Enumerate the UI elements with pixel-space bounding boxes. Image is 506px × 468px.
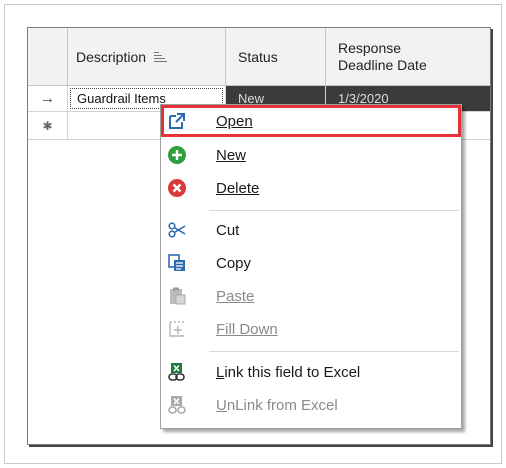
scissors-icon xyxy=(167,220,187,240)
fill-down-icon xyxy=(167,319,187,339)
current-row-arrow-icon: → xyxy=(28,86,68,111)
plus-circle-icon xyxy=(167,145,187,165)
excel-link-icon xyxy=(167,362,187,382)
menu-item-label: Cut xyxy=(216,221,240,239)
copy-icon xyxy=(167,253,187,273)
menu-item-copy[interactable]: Copy xyxy=(161,247,461,279)
delete-x-circle-icon xyxy=(167,178,187,198)
grid-header: Description Status Response Deadline Dat… xyxy=(28,28,490,86)
menu-separator xyxy=(209,351,459,352)
column-header-response-deadline[interactable]: Response Deadline Date xyxy=(326,28,490,86)
screenshot-frame: Description Status Response Deadline Dat… xyxy=(4,4,502,464)
column-header-label: Status xyxy=(238,49,278,65)
menu-item-label: New xyxy=(216,146,247,164)
menu-item-label: Fill Down xyxy=(216,320,278,338)
menu-item-label: Link this field to Excel xyxy=(216,363,361,381)
menu-item-cut[interactable]: Cut xyxy=(161,214,461,246)
menu-item-link-excel[interactable]: Link this field to Excel xyxy=(161,356,461,388)
new-row-star-icon: ✱ xyxy=(28,112,68,139)
column-header-status[interactable]: Status xyxy=(226,28,326,86)
menu-item-label: UnLink from Excel xyxy=(216,396,338,414)
sort-icon[interactable] xyxy=(154,51,168,63)
menu-item-delete[interactable]: Delete xyxy=(161,172,461,204)
menu-separator xyxy=(209,210,459,211)
menu-item-fill-down[interactable]: Fill Down xyxy=(161,313,461,345)
menu-item-new[interactable]: New xyxy=(161,139,461,171)
column-header-label: Description xyxy=(76,49,147,65)
open-external-icon xyxy=(167,111,187,131)
context-menu: Open New Delete Cut Copy Paste Fill Down… xyxy=(160,104,462,429)
description-value: Guardrail Items xyxy=(77,91,166,106)
menu-item-label: Delete xyxy=(216,179,260,197)
menu-item-paste[interactable]: Paste xyxy=(161,280,461,312)
column-header-description[interactable]: Description xyxy=(68,28,226,86)
excel-unlink-icon xyxy=(167,395,187,415)
menu-item-unlink-excel[interactable]: UnLink from Excel xyxy=(161,389,461,421)
menu-item-label: Paste xyxy=(216,287,255,305)
menu-item-open[interactable]: Open xyxy=(161,105,461,137)
menu-item-label: Open xyxy=(216,112,253,130)
menu-item-label: Copy xyxy=(216,254,252,272)
paste-icon xyxy=(167,286,187,306)
row-selector-header xyxy=(28,28,68,86)
column-header-label: Response Deadline Date xyxy=(338,40,427,73)
